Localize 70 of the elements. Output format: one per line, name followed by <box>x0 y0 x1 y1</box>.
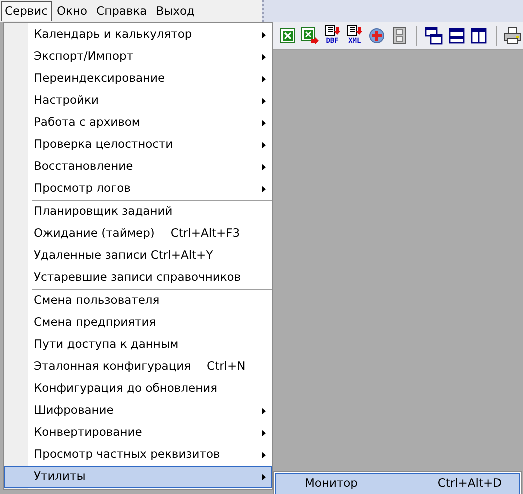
submenu-arrow-icon <box>262 142 266 148</box>
menu-item-label: Просмотр частных реквизитов <box>34 446 220 464</box>
vertical-tile-icon[interactable] <box>469 26 489 46</box>
menu-item[interactable]: Пути доступа к данным <box>4 334 272 356</box>
menu-item[interactable]: Устаревшие записи справочников <box>4 267 272 289</box>
menu-item-label: Смена пользователя <box>34 292 160 310</box>
shortcut-label: Ctrl+Alt+D <box>438 475 503 492</box>
menu-item-label: Устаревшие записи справочников <box>34 269 242 286</box>
menu-item-label: Экспорт/Импорт <box>34 48 134 66</box>
menu-item[interactable]: Календарь и калькулятор <box>4 24 272 46</box>
horizontal-tile-icon[interactable] <box>446 26 466 46</box>
menu-item-label: Эталонная конфигурация <box>34 358 192 376</box>
menu-item-label: Ожидание (таймер) <box>34 225 155 242</box>
submenu-arrow-icon <box>262 98 266 104</box>
menu-item[interactable]: Переиндексирование <box>4 68 272 90</box>
menu-bar-item[interactable]: Сервис <box>1 1 52 21</box>
menu-item[interactable]: Смена предприятия <box>4 312 272 334</box>
submenu-arrow-icon <box>262 120 266 126</box>
submenu-arrow-icon <box>262 430 266 436</box>
menu-item[interactable]: Просмотр частных реквизитов <box>4 444 272 466</box>
menu-item-label: Смена предприятия <box>34 314 156 332</box>
menu-item-label: Работа с архивом <box>34 114 141 132</box>
menu-bar-item[interactable]: Выход <box>152 1 199 21</box>
menu-item-label: Календарь и калькулятор <box>34 26 192 44</box>
menu-item-label: Монитор <box>305 475 358 492</box>
menu-item-label: Утилиты <box>34 468 86 486</box>
submenu-arrow-icon <box>262 186 266 192</box>
menu-item-label: Удаленные записи Ctrl+Alt+Y <box>34 247 214 264</box>
printer-icon[interactable] <box>504 26 523 46</box>
cascade-windows-icon[interactable] <box>424 26 444 46</box>
menu-bar-item[interactable]: Окно <box>52 1 92 21</box>
menu-item[interactable]: Проверка целостности <box>4 134 272 156</box>
menu-item[interactable]: Ожидание (таймер) Ctrl+Alt+F3 <box>4 223 272 245</box>
menu-item[interactable]: Монитор Ctrl+Alt+D <box>275 473 520 494</box>
menu-item[interactable]: Удаленные записи Ctrl+Alt+Y <box>4 245 272 267</box>
menu-item[interactable]: Просмотр логов <box>4 178 272 200</box>
menu-item-label: Переиндексирование <box>34 70 166 88</box>
submenu-arrow-icon <box>262 32 266 38</box>
menu-item-label: Конфигурация до обновления <box>34 380 218 398</box>
menu-item[interactable]: Планировщик заданий <box>4 201 272 223</box>
menu-item[interactable]: Настройки <box>4 90 272 112</box>
menu-item-label: Просмотр логов <box>34 180 131 198</box>
submenu-arrow-icon <box>262 164 266 170</box>
submenu-arrow-icon <box>262 474 266 480</box>
menu-item-label: Планировщик заданий <box>34 203 173 220</box>
menu-item-label: Пути доступа к данным <box>34 336 179 354</box>
menu-item-label: Восстановление <box>34 158 134 176</box>
excel-icon[interactable] <box>278 26 298 46</box>
shortcut-label: Ctrl+Alt+F3 <box>170 225 240 242</box>
submenu-arrow-icon <box>262 452 266 458</box>
menu-item-label: Проверка целостности <box>34 136 174 154</box>
plus-circle-icon[interactable] <box>368 26 388 46</box>
menu-item[interactable]: Шифрование <box>4 400 272 422</box>
submenu-arrow-icon <box>262 76 266 82</box>
menu-item[interactable]: Конвертирование <box>4 422 272 444</box>
menu-item-label: Настройки <box>34 92 99 110</box>
menu-item[interactable]: Утилиты <box>4 466 272 488</box>
menu-item-label: Конвертирование <box>34 424 142 442</box>
menu-item[interactable]: Восстановление <box>4 156 272 178</box>
excel-arrow-icon[interactable] <box>300 26 320 46</box>
submenu-arrow-icon <box>262 408 266 414</box>
menu-item[interactable]: Смена пользователя <box>4 290 272 312</box>
menu-item[interactable]: Эталонная конфигурация Ctrl+N <box>4 356 272 378</box>
menu-item[interactable]: Экспорт/Импорт <box>4 46 272 68</box>
submenu-arrow-icon <box>262 54 266 60</box>
shortcut-label: Ctrl+N <box>207 358 246 376</box>
menu-item-label: Шифрование <box>34 402 114 420</box>
menu-item[interactable]: Работа с архивом <box>4 112 272 134</box>
menu-bar-item[interactable]: Справка <box>92 1 152 21</box>
menu-item[interactable]: Конфигурация до обновления <box>4 378 272 400</box>
